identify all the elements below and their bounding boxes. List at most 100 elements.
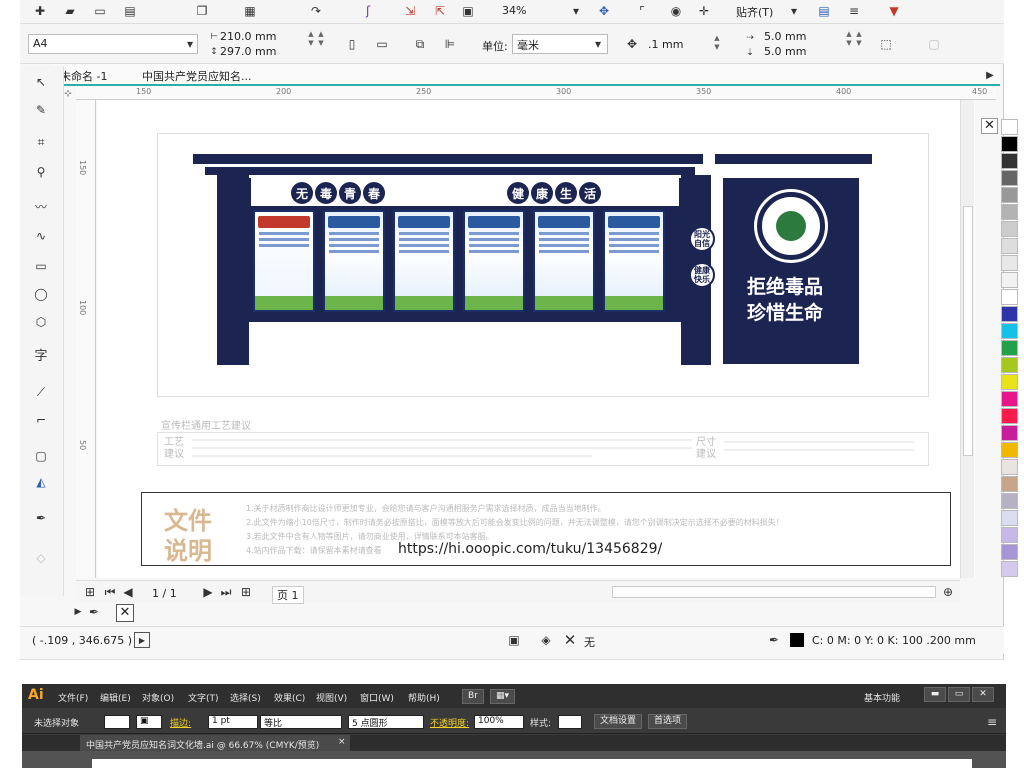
page-size-dropdown-icon[interactable]: ▾ — [182, 36, 198, 52]
palette-swatch[interactable] — [1001, 476, 1018, 492]
palette-swatch[interactable] — [1001, 544, 1018, 560]
restore-button[interactable]: ▭ — [948, 687, 970, 702]
tab-scroll-right-icon[interactable]: ▶ — [982, 67, 998, 83]
close-window-button[interactable]: ✕ — [972, 687, 994, 702]
landscape-icon[interactable]: ▭ — [374, 36, 390, 52]
polygon-tool-icon[interactable]: ⬡ — [33, 314, 49, 330]
menu-select[interactable]: 选择(S) — [230, 691, 261, 704]
shape-tool-icon[interactable]: ✎ — [33, 102, 49, 118]
palette-swatch[interactable] — [1001, 238, 1018, 254]
menu-object[interactable]: 对象(O) — [142, 691, 174, 704]
document-setup-button[interactable]: 文档设置 — [594, 714, 643, 729]
nudge-distance-field[interactable]: .1 mm — [648, 38, 683, 51]
next-page-icon[interactable]: ▶ — [200, 584, 216, 600]
snap-to-menu[interactable]: 贴齐(T) — [736, 4, 773, 20]
open-folder-icon[interactable]: ▰ — [62, 3, 78, 19]
palette-swatch[interactable] — [1001, 255, 1018, 271]
pick-tool-icon[interactable]: ↖ — [33, 74, 49, 90]
palette-swatch[interactable] — [1001, 204, 1018, 220]
width-spinner[interactable]: ▲ ▼ — [306, 30, 316, 50]
paste-icon[interactable]: ▦ — [242, 3, 258, 19]
palette-swatch[interactable] — [1001, 289, 1018, 305]
fill-color-picker[interactable] — [104, 715, 130, 729]
rulers-icon[interactable]: ⌜ — [634, 3, 650, 19]
palette-swatch[interactable] — [1001, 357, 1018, 373]
prev-page-icon[interactable]: ◀ — [120, 584, 136, 600]
height-spinner[interactable]: ▲ ▼ — [316, 30, 326, 50]
palette-swatch[interactable] — [1001, 510, 1018, 526]
palette-swatch[interactable] — [1001, 153, 1018, 169]
menu-edit[interactable]: 编辑(E) — [100, 691, 131, 704]
menu-effect[interactable]: 效果(C) — [274, 691, 305, 704]
application-launcher-icon[interactable]: ʃ — [360, 3, 376, 19]
brush-definition[interactable]: 5 点圆形 — [348, 715, 424, 729]
snap-dropdown-icon[interactable]: ▾ — [786, 3, 802, 19]
zoom-level[interactable]: 34% — [502, 4, 526, 17]
expand-arrow-icon[interactable]: ▶ — [70, 604, 86, 620]
page-height-field[interactable]: 297.0 mm — [220, 45, 276, 58]
bridge-button[interactable]: Br — [462, 689, 484, 704]
opacity-field[interactable]: 100% — [474, 715, 524, 729]
last-page-icon[interactable]: ⏭ — [218, 584, 234, 600]
drawing-workspace[interactable]: 无 毒 青 春 健 康 生 活 阳光 自信 健康 快乐 拒绝毒品 珍惜生命 宣传… — [97, 100, 975, 578]
palette-swatch[interactable] — [1001, 170, 1018, 186]
menu-view[interactable]: 视图(V) — [316, 691, 347, 704]
text-tool-icon[interactable]: 字 — [33, 346, 49, 364]
options-icon[interactable]: ▤ — [816, 3, 832, 19]
horizontal-scrollbar[interactable] — [612, 586, 936, 598]
connector-tool-icon[interactable]: ⌐ — [33, 412, 49, 428]
palette-swatch[interactable] — [1001, 187, 1018, 203]
first-page-icon[interactable]: ⏮ — [102, 584, 118, 600]
artistic-media-icon[interactable]: ∿ — [33, 228, 49, 244]
palette-swatch[interactable] — [1001, 391, 1018, 407]
palette-swatch[interactable] — [1001, 561, 1018, 577]
save-icon[interactable]: ▭ — [92, 3, 108, 19]
crop-tool-icon[interactable]: ⌗ — [33, 134, 49, 150]
launcher-icon[interactable]: ▼ — [886, 3, 902, 19]
page-width-field[interactable]: 210.0 mm — [220, 30, 276, 43]
portrait-icon[interactable]: ▯ — [344, 36, 360, 52]
view-icon[interactable]: ◉ — [668, 3, 684, 19]
palette-swatch[interactable] — [1001, 442, 1018, 458]
page-tab-1[interactable]: 页 1 — [272, 586, 304, 604]
stroke-weight-field[interactable]: 1 pt — [208, 715, 258, 729]
vertical-scrollbar[interactable] — [960, 100, 974, 578]
redo-icon[interactable]: ↷ — [308, 3, 324, 19]
dup-y-spinner[interactable]: ▲ ▼ — [854, 30, 864, 50]
palette-swatch[interactable] — [1001, 425, 1018, 441]
palette-swatch[interactable] — [1001, 272, 1018, 288]
eyedropper-tool-icon[interactable]: ✒ — [33, 510, 49, 526]
add-page-after-icon[interactable]: ⊞ — [238, 584, 254, 600]
palette-swatch[interactable] — [1001, 119, 1018, 135]
no-color-swatch-icon[interactable]: ✕ — [981, 118, 998, 134]
freehand-tool-icon[interactable]: 〰 — [33, 198, 49, 214]
palette-swatch[interactable] — [1001, 306, 1018, 322]
zoom-dropdown-icon[interactable]: ▾ — [568, 3, 584, 19]
graphic-style-picker[interactable] — [558, 715, 582, 729]
menu-window[interactable]: 窗口(W) — [360, 691, 394, 704]
print-icon[interactable]: ▤ — [122, 3, 138, 19]
minimize-button[interactable]: ▬ — [924, 687, 946, 702]
control-bar-menu-icon[interactable]: ≡ — [984, 714, 1000, 730]
palette-swatch[interactable] — [1001, 340, 1018, 356]
zoom-tool-icon[interactable]: ⚲ — [33, 164, 49, 180]
eyedropper-icon[interactable]: ✒ — [86, 604, 102, 620]
menu-help[interactable]: 帮助(H) — [408, 691, 440, 704]
page-size-select[interactable]: A4 — [28, 34, 198, 54]
align-icon[interactable]: ≡ — [846, 3, 862, 19]
stroke-color-picker[interactable]: ▣ — [136, 715, 162, 729]
duplicate-distance-y[interactable]: 5.0 mm — [764, 45, 806, 58]
tab-party-document[interactable]: 中国共产党员应知名... — [142, 68, 252, 84]
ai-document-tab[interactable]: 中国共产党员应知名词文化墙.ai @ 66.67% (CMYK/预览) × — [80, 735, 350, 751]
navigator-zoom-icon[interactable]: ⊕ — [940, 584, 956, 600]
preferences-button[interactable]: 首选项 — [648, 714, 688, 729]
tab-untitled[interactable]: 未命名 -1 — [60, 68, 107, 84]
ai-tab-close-icon[interactable]: × — [338, 737, 346, 747]
dup-x-spinner[interactable]: ▲ ▼ — [844, 30, 854, 50]
palette-swatch[interactable] — [1001, 527, 1018, 543]
guidelines-icon[interactable]: ✛ — [696, 3, 712, 19]
drop-shadow-tool-icon[interactable]: ▢ — [33, 448, 49, 464]
new-document-icon[interactable]: ✚ — [32, 3, 48, 19]
nudge-spinner[interactable]: ▲ ▼ — [712, 34, 722, 54]
add-page-before-icon[interactable]: ⊞ — [82, 584, 98, 600]
